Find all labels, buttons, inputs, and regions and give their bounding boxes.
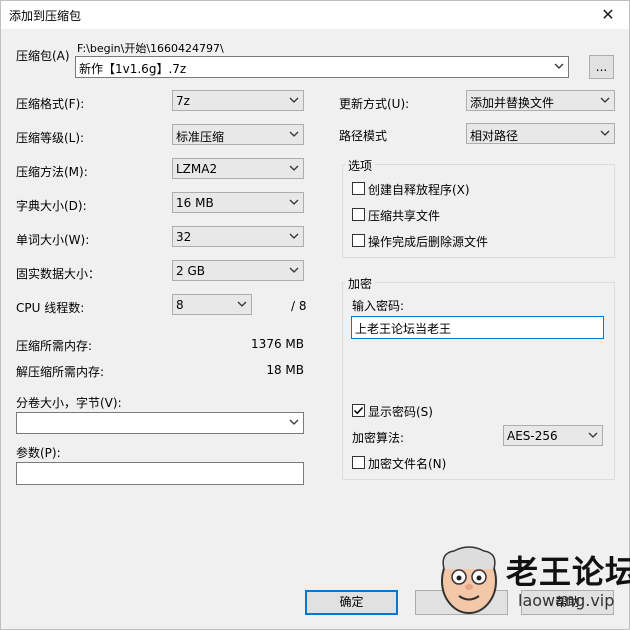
threads-total: / 8 (291, 299, 307, 313)
password-value: 上老王论坛当老王 (355, 322, 452, 336)
chevron-down-icon (554, 63, 564, 69)
archive-name-value: 新作【1v1.6g】.7z (79, 62, 187, 76)
params-input[interactable] (16, 462, 304, 485)
level-label: 压缩等级(L): (16, 131, 85, 145)
method-label: 压缩方法(M): (16, 165, 88, 179)
options-title: 选项 (345, 157, 376, 174)
solid-select[interactable]: 2 GB (172, 260, 304, 281)
pathmode-select[interactable]: 相对路径 (466, 123, 615, 144)
encrypt-names-label: 加密文件名(N) (368, 457, 447, 471)
password-label: 输入密码: (352, 299, 405, 313)
archive-label: 压缩包(A) (16, 49, 70, 63)
shared-files-checkbox[interactable] (352, 208, 365, 221)
method-select[interactable]: LZMA2 (172, 158, 304, 179)
close-icon[interactable]: ✕ (595, 3, 621, 27)
solid-label: 固实数据大小： (16, 267, 101, 281)
encryption-method-label: 加密算法: (352, 431, 405, 445)
format-select[interactable]: 7z (172, 90, 304, 111)
pathmode-value: 相对路径 (470, 129, 519, 143)
show-password-label: 显示密码(S) (368, 405, 433, 419)
mem-decompress-label: 解压缩所需内存: (16, 365, 105, 379)
dict-label: 字典大小(D): (16, 199, 87, 213)
threads-select[interactable]: 8 (172, 294, 252, 315)
sfx-label: 创建自释放程序(X) (368, 183, 470, 197)
chevron-down-icon (237, 301, 247, 307)
watermark-url: laowang.vip (518, 591, 615, 610)
mem-compress-value: 1376 MB (251, 337, 304, 351)
watermark-title: 老王论坛 (506, 553, 630, 591)
mem-decompress-value: 18 MB (266, 363, 304, 377)
dict-select[interactable]: 16 MB (172, 192, 304, 213)
chevron-down-icon (289, 165, 299, 171)
chevron-down-icon (600, 130, 610, 136)
chevron-down-icon (600, 97, 610, 103)
encryption-title: 加密 (345, 275, 376, 292)
chevron-down-icon (289, 199, 299, 205)
threads-value: 8 (176, 298, 184, 312)
shared-files-label: 压缩共享文件 (368, 209, 441, 223)
mem-compress-label: 压缩所需内存: (16, 339, 93, 353)
chevron-down-icon (289, 97, 299, 103)
show-password-checkbox[interactable] (352, 404, 365, 417)
params-label: 参数(P): (16, 446, 61, 460)
volume-label: 分卷大小，字节(V): (16, 396, 122, 410)
watermark-logo: 老王论坛 laowang.vip (434, 541, 630, 621)
title-bar: 添加到压缩包 ✕ (1, 1, 629, 29)
checkmark-icon (353, 406, 364, 415)
pathmode-label: 路径模式 (339, 129, 388, 143)
format-value: 7z (176, 94, 190, 108)
update-select[interactable]: 添加并替换文件 (466, 90, 615, 111)
encrypt-names-checkbox[interactable] (352, 456, 365, 469)
archive-path: F:\begin\开始\1660424797\ (77, 42, 224, 55)
update-label: 更新方式(U): (339, 97, 410, 111)
dict-value: 16 MB (176, 196, 214, 210)
word-value: 32 (176, 230, 192, 244)
chevron-down-icon (289, 131, 299, 137)
chevron-down-icon (289, 419, 299, 425)
format-label: 压缩格式(F): (16, 97, 85, 111)
browse-button[interactable]: ... (589, 55, 614, 79)
level-select[interactable]: 标准压缩 (172, 124, 304, 145)
sfx-checkbox[interactable] (352, 182, 365, 195)
volume-combo[interactable] (16, 412, 304, 434)
archive-name-combo[interactable]: 新作【1v1.6g】.7z (75, 56, 569, 78)
word-label: 单词大小(W): (16, 233, 90, 247)
level-value: 标准压缩 (176, 130, 225, 144)
delete-source-checkbox[interactable] (352, 234, 365, 247)
add-to-archive-dialog: 添加到压缩包 ✕ 压缩包(A) F:\begin\开始\1660424797\ … (0, 0, 630, 630)
chevron-down-icon (289, 267, 299, 273)
solid-value: 2 GB (176, 264, 205, 278)
chevron-down-icon (289, 233, 299, 239)
encryption-method-value: AES-256 (507, 429, 558, 443)
chevron-down-icon (588, 432, 598, 438)
method-value: LZMA2 (176, 162, 218, 176)
encryption-method-select[interactable]: AES-256 (503, 425, 603, 446)
threads-label: CPU 线程数: (16, 301, 85, 315)
delete-source-label: 操作完成后删除源文件 (368, 235, 489, 249)
ok-button[interactable]: 确定 (305, 590, 398, 615)
old-man-face-icon (441, 546, 497, 614)
update-value: 添加并替换文件 (470, 96, 555, 110)
word-select[interactable]: 32 (172, 226, 304, 247)
window-title: 添加到压缩包 (9, 9, 82, 23)
password-input[interactable]: 上老王论坛当老王 (351, 316, 604, 339)
